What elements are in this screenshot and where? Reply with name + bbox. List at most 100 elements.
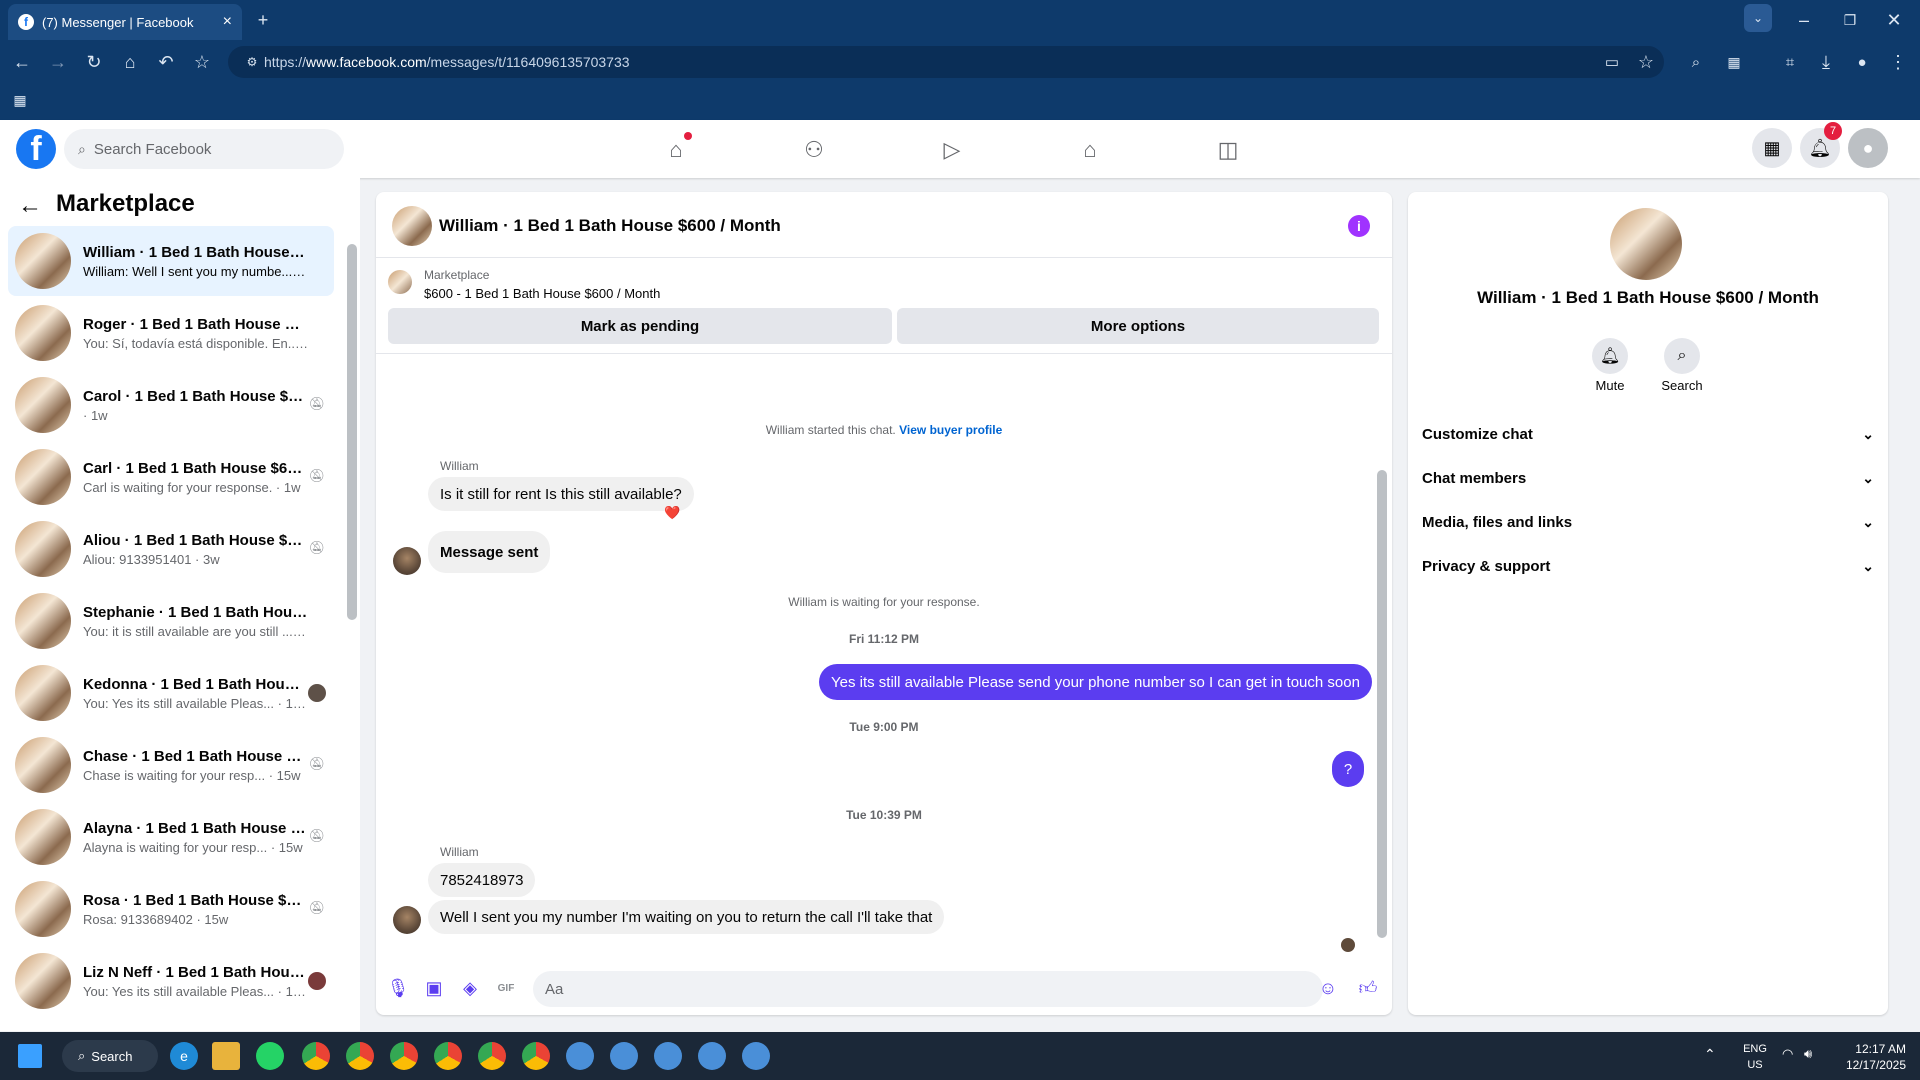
search-in-chat-icon[interactable]: ⌕ — [1664, 338, 1700, 374]
conversation-info-icon[interactable]: i — [1348, 215, 1370, 237]
sender-avatar[interactable] — [393, 906, 421, 934]
conversation-item[interactable]: Alayna · 1 Bed 1 Bath House $... Alayna i… — [8, 802, 334, 872]
home-nav-icon[interactable]: ⌂ — [656, 130, 696, 170]
chrome-profile-icon[interactable] — [654, 1042, 682, 1070]
sticker-icon[interactable]: ◈ — [458, 976, 482, 1000]
apps-grid-icon[interactable]: ▦ — [4, 84, 36, 116]
close-tab-icon[interactable]: × — [223, 13, 232, 31]
back-arrow-icon[interactable]: ← — [18, 192, 42, 220]
chat-scroll-thumb[interactable] — [1377, 470, 1387, 938]
customize-chat-section[interactable]: Customize chat ⌄ — [1422, 414, 1874, 454]
browser-tab[interactable]: f (7) Messenger | Facebook × — [8, 4, 242, 40]
privacy-support-section[interactable]: Privacy & support ⌄ — [1422, 546, 1874, 586]
emoji-icon[interactable]: ☺ — [1316, 976, 1340, 1000]
home-icon[interactable]: ⌂ — [114, 46, 146, 78]
facebook-search-input[interactable]: ⌕ Search Facebook — [64, 129, 344, 169]
new-tab-icon[interactable]: + — [247, 4, 279, 36]
sent-message[interactable]: Yes its still available Please send your… — [819, 664, 1372, 700]
received-message[interactable]: Is it still for rent Is this still avail… — [428, 477, 694, 511]
conversation-item[interactable]: Chase · 1 Bed 1 Bath House $6... Chase is… — [8, 730, 334, 800]
chrome-profile-icon[interactable] — [742, 1042, 770, 1070]
reload-icon[interactable]: ↻ — [78, 46, 110, 78]
window-close-icon[interactable]: ✕ — [1878, 4, 1910, 36]
conversation-item[interactable]: Carl · 1 Bed 1 Bath House $60... Carl is … — [8, 442, 334, 512]
wifi-icon[interactable]: ◠ — [1782, 1046, 1793, 1062]
sender-avatar[interactable] — [393, 547, 421, 575]
conversation-item[interactable]: Carol · 1 Bed 1 Bath House $6... · 1w 🔕︎ — [8, 370, 334, 440]
chevron-down-icon: ⌄ — [1862, 425, 1874, 442]
conversation-item[interactable]: Stephanie · 1 Bed 1 Bath House ... You: i… — [8, 586, 334, 656]
forward-icon[interactable]: → — [42, 46, 74, 78]
install-app-icon[interactable]: ▭ — [1596, 46, 1628, 78]
menu-grid-icon[interactable]: ▦ — [1752, 128, 1792, 168]
tab-search-icon[interactable]: ⌄ — [1744, 4, 1772, 32]
marketplace-nav-icon[interactable]: ⌂ — [1070, 130, 1110, 170]
received-message[interactable]: Message sent — [428, 531, 551, 573]
download-icon[interactable]: ⤓ — [1810, 46, 1842, 78]
chrome-profile-icon[interactable] — [566, 1042, 594, 1070]
listing-photo[interactable] — [1610, 208, 1682, 280]
chrome-icon[interactable] — [478, 1042, 506, 1070]
undo-icon[interactable]: ↶ — [150, 46, 182, 78]
back-icon[interactable]: ← — [6, 46, 38, 78]
taskbar-search[interactable]: ⌕ Search — [62, 1040, 158, 1072]
system-clock[interactable]: 12:17 AM 12/17/2025 — [1836, 1041, 1906, 1073]
chrome-profile-icon[interactable] — [698, 1042, 726, 1070]
profile-icon[interactable]: ● — [1846, 46, 1878, 78]
volume-icon[interactable]: 🔊︎ — [1804, 1046, 1812, 1062]
friends-nav-icon[interactable]: ⚇ — [794, 130, 834, 170]
inbox-scroll-thumb[interactable] — [347, 244, 357, 620]
received-message[interactable]: 7852418973 — [428, 863, 536, 897]
language-indicator[interactable]: ENG US — [1740, 1041, 1770, 1073]
edge-icon[interactable]: e — [170, 1042, 198, 1070]
chat-title[interactable]: William · 1 Bed 1 Bath House $600 / Mont… — [439, 216, 781, 236]
thumbs-up-icon[interactable]: 👍︎ — [1356, 976, 1380, 1000]
account-avatar[interactable]: ● — [1848, 128, 1888, 168]
chat-members-section[interactable]: Chat members ⌄ — [1422, 458, 1874, 498]
qr-code-icon[interactable]: ▦ — [1718, 46, 1750, 78]
chrome-icon[interactable] — [346, 1042, 374, 1070]
conversation-item[interactable]: William · 1 Bed 1 Bath House $6... Willia… — [8, 226, 334, 296]
chrome-profile-icon[interactable] — [610, 1042, 638, 1070]
sent-message[interactable]: ? — [1332, 751, 1364, 787]
message-input[interactable]: Aa — [533, 971, 1323, 1007]
mute-bell-icon[interactable]: 🔔︎ — [1592, 338, 1628, 374]
heart-reaction[interactable]: ❤️ — [664, 505, 680, 521]
whatsapp-icon[interactable] — [256, 1042, 284, 1070]
listing-thumbnail-small[interactable] — [388, 270, 412, 294]
conversation-item[interactable]: Liz N Neff · 1 Bed 1 Bath Hous... You: Ye… — [8, 946, 334, 1016]
bookmark-star-icon[interactable]: ☆ — [186, 46, 218, 78]
gif-icon[interactable]: GIF — [494, 976, 518, 1000]
conversation-item[interactable]: Aliou · 1 Bed 1 Bath House $6... Aliou: 9… — [8, 514, 334, 584]
photo-icon[interactable]: ▣ — [422, 976, 446, 1000]
chrome-icon[interactable] — [390, 1042, 418, 1070]
chrome-icon[interactable] — [434, 1042, 462, 1070]
mark-as-pending-button[interactable]: Mark as pending — [388, 308, 892, 344]
file-explorer-icon[interactable] — [212, 1042, 240, 1070]
chrome-icon[interactable] — [522, 1042, 550, 1070]
watch-nav-icon[interactable]: ▷ — [932, 130, 972, 170]
browser-menu-icon[interactable]: ⋮ — [1882, 46, 1914, 78]
bookmark-page-icon[interactable]: ☆ — [1630, 46, 1662, 78]
restore-icon[interactable]: ❐ — [1834, 4, 1866, 36]
received-message[interactable]: Well I sent you my number I'm waiting on… — [428, 900, 945, 934]
conversation-item[interactable]: Roger · 1 Bed 1 Bath House $600... You: S… — [8, 298, 334, 368]
listing-title[interactable]: $600 - 1 Bed 1 Bath House $600 / Month — [424, 286, 660, 301]
conversation-item[interactable]: Kedonna · 1 Bed 1 Bath House... You: Yes … — [8, 658, 334, 728]
facebook-logo[interactable]: f — [16, 129, 56, 169]
site-info-icon[interactable]: ⚙ — [236, 46, 268, 78]
conversation-item[interactable]: Rosa · 1 Bed 1 Bath House $60... Rosa: 91… — [8, 874, 334, 944]
chat-avatar[interactable] — [392, 206, 432, 246]
more-options-button[interactable]: More options — [897, 308, 1379, 344]
address-bar[interactable]: https://www.facebook.com/messages/t/1164… — [228, 46, 1664, 78]
minimize-icon[interactable]: – — [1788, 4, 1820, 36]
windows-start-icon[interactable] — [18, 1044, 42, 1068]
crop-icon[interactable]: ⌗ — [1774, 46, 1806, 78]
zoom-icon[interactable]: ⌕ — [1680, 46, 1712, 78]
media-files-links-section[interactable]: Media, files and links ⌄ — [1422, 502, 1874, 542]
tray-chevron-up-icon[interactable]: ⌃ — [1704, 1046, 1716, 1063]
view-buyer-profile-link[interactable]: View buyer profile — [899, 423, 1002, 437]
microphone-icon[interactable]: 🎙︎ — [386, 976, 410, 1000]
gaming-nav-icon[interactable]: ◫ — [1208, 130, 1248, 170]
chrome-icon[interactable] — [302, 1042, 330, 1070]
